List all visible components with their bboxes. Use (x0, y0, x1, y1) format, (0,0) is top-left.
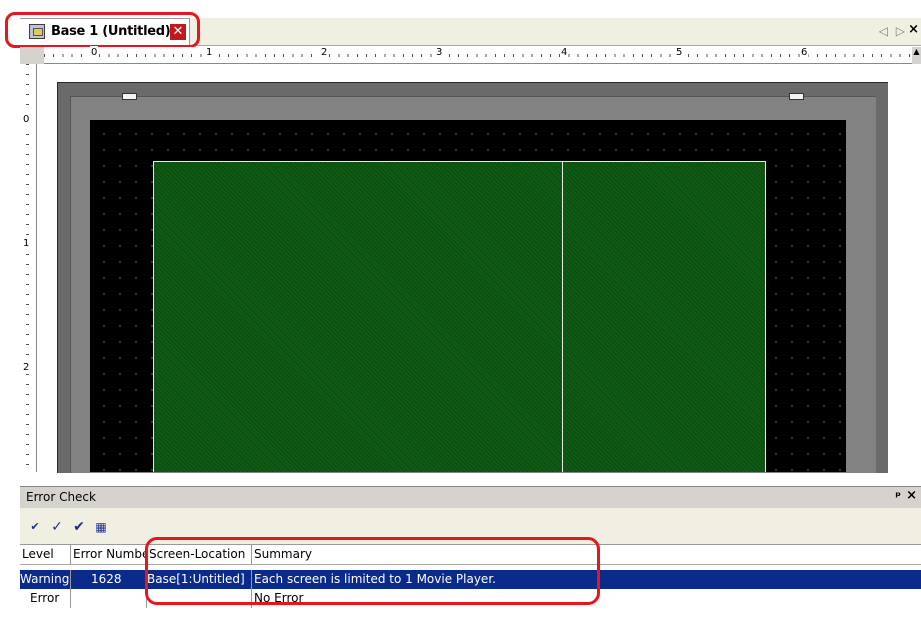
columns-highlight-annotation (145, 537, 600, 605)
cell-error-number: 1628 (71, 570, 147, 589)
cell-level: Error (20, 589, 71, 608)
ruler-corner (20, 47, 44, 64)
column-header-level[interactable]: Level (20, 545, 71, 564)
column-header-error-number[interactable]: Error Numbe (71, 545, 147, 564)
ruler-label: 3 (435, 46, 444, 60)
cell-level: Warning (20, 570, 71, 589)
horizontal-ruler: 0 1 2 3 4 5 6 (44, 46, 912, 64)
status-led (789, 93, 804, 100)
ruler-label: 6 (800, 46, 809, 60)
ruler-label: 0 (23, 114, 30, 125)
tab-scroll-arrows-icon[interactable]: ◁ ▷ (879, 24, 907, 38)
check-all-icon[interactable]: ✔ (26, 518, 44, 536)
cell-error-number (71, 589, 147, 608)
ruler-label: 1 (205, 46, 214, 60)
check-screen-icon[interactable]: ✓ (48, 518, 66, 536)
status-led (122, 93, 137, 100)
ruler-label: 5 (675, 46, 684, 60)
pin-icon[interactable]: ᵖ (895, 489, 901, 503)
vertical-ruler: 0 1 2 (20, 64, 37, 472)
movie-player-part[interactable] (562, 161, 766, 472)
check-selected-icon[interactable]: ✔ (70, 518, 88, 536)
ruler-label: 1 (23, 238, 30, 249)
scroll-up-icon[interactable]: ▲ (912, 47, 921, 64)
ruler-label: 2 (320, 46, 329, 60)
error-check-title: Error Check (26, 490, 96, 504)
ruler-label: 4 (560, 46, 569, 60)
ruler-label: 2 (23, 362, 30, 373)
error-check-header: Error Check ᵖ × (20, 486, 921, 508)
close-pane-icon[interactable]: × (906, 488, 917, 503)
movie-player-part[interactable] (153, 161, 563, 472)
tab-highlight-annotation (5, 12, 200, 48)
ruler-label: 0 (90, 46, 99, 60)
list-icon[interactable]: ▦ (92, 518, 110, 536)
close-document-icon[interactable]: × (908, 22, 919, 37)
